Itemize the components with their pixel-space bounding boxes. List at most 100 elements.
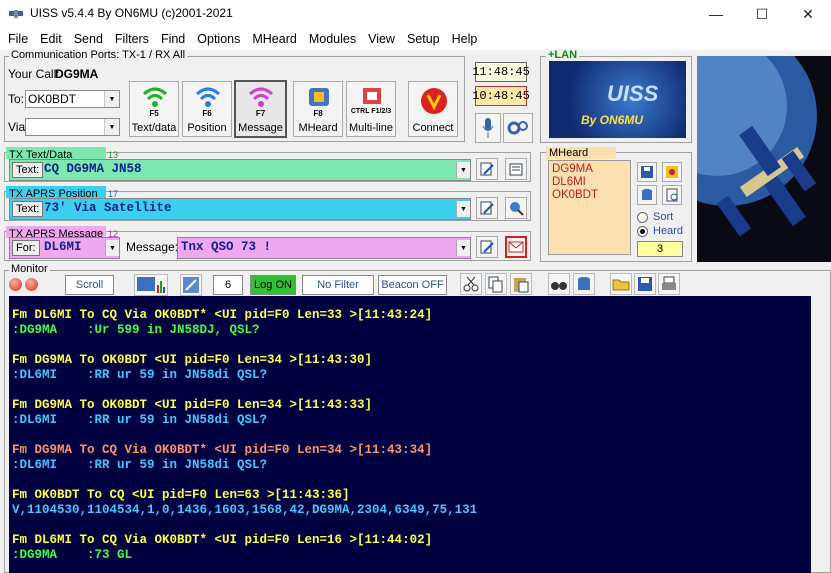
- logo-text: By ON6MU: [581, 113, 644, 127]
- edit-icon[interactable]: [476, 197, 498, 219]
- cut-icon[interactable]: [460, 273, 482, 295]
- wifi-green-icon: [142, 87, 168, 107]
- mheard-button[interactable]: F8 MHeard: [293, 81, 343, 137]
- sort-radio[interactable]: [637, 212, 648, 223]
- local-clock: 10:48:45: [472, 86, 530, 106]
- log-line: :DG9MA :73 GL: [12, 548, 133, 562]
- binoculars-icon[interactable]: [548, 273, 570, 295]
- menu-filters[interactable]: Filters: [109, 32, 155, 46]
- chevron-down-icon[interactable]: ▼: [456, 162, 470, 178]
- chevron-down-icon[interactable]: ▼: [456, 240, 470, 256]
- tx-msg-message-label: Message:: [126, 240, 179, 254]
- microphone-icon[interactable]: [475, 113, 501, 143]
- heard-label: Heard: [653, 225, 683, 237]
- log-toggle[interactable]: Log ON: [250, 275, 296, 295]
- f6-key: F6: [202, 109, 212, 118]
- list-item[interactable]: DL6MI: [549, 176, 630, 189]
- menu-find[interactable]: Find: [155, 32, 191, 46]
- via-combo[interactable]: ▼: [25, 118, 120, 136]
- save-icon[interactable]: [637, 162, 657, 182]
- tx-msg-for-field[interactable]: For: DL6MI ▼: [9, 237, 120, 259]
- list-item[interactable]: DG9MA: [549, 161, 630, 176]
- chevron-down-icon[interactable]: ▼: [105, 240, 119, 256]
- globe-search-icon[interactable]: [505, 197, 527, 219]
- print-icon[interactable]: [658, 273, 680, 295]
- connect-button[interactable]: Connect: [408, 81, 458, 137]
- edit-icon[interactable]: [476, 158, 498, 180]
- send-list-icon[interactable]: [505, 158, 527, 180]
- connect-icon: [421, 88, 447, 114]
- text-data-button[interactable]: F5 Text/data: [129, 81, 179, 137]
- menu-edit[interactable]: Edit: [34, 32, 68, 46]
- record-light-icon: [9, 278, 22, 291]
- connect-label: Connect: [412, 122, 454, 134]
- to-value: OK0BDT: [28, 92, 77, 106]
- lines-count[interactable]: 6: [213, 275, 243, 295]
- database-icon[interactable]: [573, 273, 595, 295]
- paste-icon[interactable]: [510, 273, 532, 295]
- mheard-label: MHeard: [298, 122, 338, 134]
- open-folder-icon[interactable]: [610, 273, 632, 295]
- log-line: Fm DG9MA To OK0BDT <UI pid=F0 Len=34 >[1…: [12, 353, 373, 367]
- utc-clock: 11:48:45: [472, 62, 530, 82]
- logo-title: UISS: [607, 81, 659, 106]
- log-line: Fm OK0BDT To CQ <UI pid=F0 Len=63 >[11:4…: [12, 488, 350, 502]
- iss-image: [697, 56, 831, 262]
- minimize-button[interactable]: —: [693, 0, 739, 28]
- monitor-log[interactable]: Fm DL6MI To CQ Via OK0BDT* <UI pid=F0 Le…: [9, 296, 811, 573]
- tx-msg-for-value: DL6MI: [44, 240, 82, 254]
- tx-pos-field-label: Text:: [12, 201, 44, 217]
- app-satellite-icon: [8, 6, 24, 22]
- sort-label: Sort: [653, 211, 674, 223]
- database-icon[interactable]: [637, 185, 657, 205]
- gears-icon[interactable]: [503, 113, 533, 143]
- envelope-icon[interactable]: [505, 236, 527, 258]
- position-button[interactable]: F6 Position: [182, 81, 232, 137]
- close-button[interactable]: ✕: [785, 0, 831, 28]
- your-call-label: Your Call:: [8, 67, 60, 81]
- tx-text-field[interactable]: Text: CQ DG9MA JN58 ▼: [9, 159, 471, 181]
- tx-pos-header: TX APRS Position: [6, 186, 106, 200]
- heard-radio[interactable]: [637, 226, 648, 237]
- list-item[interactable]: OK0BDT: [549, 189, 630, 202]
- log-line: Fm DG9MA To OK0BDT <UI pid=F0 Len=34 >[1…: [12, 398, 373, 412]
- message-button[interactable]: F7 Message: [234, 80, 287, 138]
- filter-toggle[interactable]: No Filter: [302, 275, 374, 295]
- tx-msg-for-label: For:: [12, 240, 40, 256]
- mheard-header: MHeard: [546, 147, 616, 159]
- chevron-down-icon[interactable]: ▼: [104, 119, 119, 135]
- menu-modules[interactable]: Modules: [303, 32, 362, 46]
- log-line: :DL6MI :RR ur 59 in JN58di QSL?: [12, 368, 268, 382]
- menu-view[interactable]: View: [362, 32, 401, 46]
- to-combo[interactable]: OK0BDT ▼: [25, 90, 120, 108]
- maximize-button[interactable]: ☐: [739, 0, 785, 28]
- log-line: Fm DL6MI To CQ Via OK0BDT* <UI pid=F0 Le…: [12, 308, 433, 322]
- menu-bar: File Edit Send Filters Find Options MHea…: [0, 28, 831, 50]
- menu-setup[interactable]: Setup: [401, 32, 446, 46]
- title-bar: UISS v5.4.4 By ON6MU (c)2001-2021 — ☐ ✕: [0, 0, 831, 28]
- menu-options[interactable]: Options: [191, 32, 246, 46]
- edit-icon[interactable]: [476, 236, 498, 258]
- scroll-toggle[interactable]: Scroll: [65, 275, 114, 295]
- print-preview-icon[interactable]: [662, 185, 682, 205]
- beacon-toggle[interactable]: Beacon OFF: [378, 275, 447, 295]
- monitor-graph-icon[interactable]: [134, 274, 168, 296]
- chevron-down-icon[interactable]: ▼: [456, 201, 470, 217]
- map-icon[interactable]: [662, 162, 682, 182]
- save-icon[interactable]: [634, 273, 656, 295]
- menu-file[interactable]: File: [2, 32, 34, 46]
- copy-icon[interactable]: [485, 273, 507, 295]
- message-label: Message: [238, 122, 283, 134]
- comm-ports-header: Communication Ports: TX-1 / RX All: [9, 49, 188, 61]
- ctrl-f-key: CTRL F1/2/3: [350, 108, 392, 115]
- menu-mheard[interactable]: MHeard: [246, 32, 302, 46]
- chevron-down-icon[interactable]: ▼: [104, 91, 119, 107]
- menu-send[interactable]: Send: [68, 32, 109, 46]
- tx-msg-message-field[interactable]: Tnx QSO 73 ! ▼: [177, 237, 471, 259]
- log-line: :DL6MI :RR ur 59 in JN58di QSL?: [12, 413, 268, 427]
- menu-help[interactable]: Help: [446, 32, 484, 46]
- resize-icon[interactable]: [180, 274, 202, 296]
- multi-line-button[interactable]: CTRL F1/2/3 Multi-line: [346, 81, 396, 137]
- mheard-list[interactable]: DG9MA DL6MI OK0BDT: [548, 160, 631, 255]
- tx-pos-field[interactable]: Text: 73' Via Satellite ▼: [9, 198, 471, 220]
